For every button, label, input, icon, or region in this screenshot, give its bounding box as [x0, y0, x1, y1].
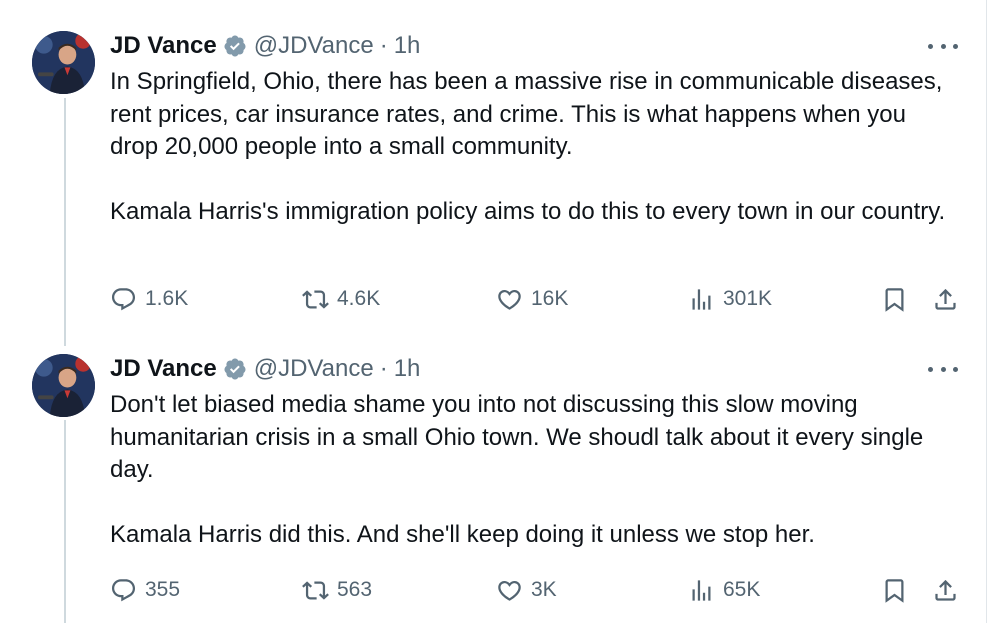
tweet-text: In Springfield, Ohio, there has been a m… [110, 68, 946, 225]
tweet-text: Don't let biased media shame you into no… [110, 391, 924, 548]
reply-icon [111, 578, 136, 601]
share-icon [934, 288, 956, 310]
like-button[interactable]: 3K [496, 575, 557, 605]
tweet-header: JD Vance @JDVance · 1h [110, 31, 420, 61]
views-icon [692, 579, 711, 601]
like-icon [498, 580, 521, 601]
views-button[interactable]: 65K [688, 575, 760, 605]
reply-icon [111, 287, 136, 310]
bookmark-icon [885, 287, 903, 312]
tweet-actions: 1.6K 4.6K 16K 301K [110, 284, 960, 314]
author-handle[interactable]: @JDVance [254, 355, 374, 383]
share-icon [934, 579, 956, 601]
avatar[interactable] [32, 354, 95, 417]
more-icon[interactable] [928, 357, 958, 381]
repost-count: 4.6K [337, 287, 381, 310]
like-button[interactable]: 16K [496, 284, 568, 314]
avatar[interactable] [32, 31, 95, 94]
bookmark-icon [885, 578, 903, 603]
author-name[interactable]: JD Vance [110, 355, 217, 383]
separator-dot: · [379, 32, 388, 59]
repost-button[interactable]: 4.6K [302, 284, 380, 314]
repost-button[interactable]: 563 [302, 575, 372, 605]
tweet[interactable]: JD Vance @JDVance · 1h Don't let biased … [0, 340, 986, 623]
more-icon[interactable] [928, 34, 958, 58]
author-handle[interactable]: @JDVance [254, 32, 374, 60]
repost-count: 563 [337, 578, 373, 601]
separator-dot: · [379, 355, 388, 382]
view-count: 301K [723, 287, 773, 310]
timeline-frame: JD Vance @JDVance · 1h In Springfield, O… [0, 0, 987, 623]
repost-icon [302, 289, 329, 309]
tweet-timestamp[interactable]: 1h [394, 355, 421, 383]
reply-button[interactable]: 1.6K [110, 284, 188, 314]
reply-button[interactable]: 355 [110, 575, 180, 605]
like-count: 3K [531, 578, 557, 601]
verified-badge-icon [223, 34, 247, 58]
like-icon [498, 289, 521, 310]
bookmark-button[interactable] [879, 575, 909, 605]
reply-count: 1.6K [145, 287, 189, 310]
verified-badge-icon [223, 357, 247, 381]
tweet[interactable]: JD Vance @JDVance · 1h In Springfield, O… [0, 0, 986, 340]
tweet-timestamp[interactable]: 1h [394, 32, 421, 60]
bookmark-button[interactable] [879, 284, 909, 314]
author-name[interactable]: JD Vance [110, 32, 217, 60]
avatar-image [32, 354, 95, 417]
tweet-actions: 355 563 3K 65K [110, 575, 960, 605]
share-button[interactable] [930, 575, 960, 605]
view-count: 65K [723, 578, 761, 601]
views-icon [692, 288, 711, 310]
repost-icon [302, 580, 329, 600]
avatar-image [32, 31, 95, 94]
share-button[interactable] [930, 284, 960, 314]
like-count: 16K [531, 287, 569, 310]
reply-count: 355 [145, 578, 181, 601]
tweet-header: JD Vance @JDVance · 1h [110, 354, 420, 384]
views-button[interactable]: 301K [688, 284, 772, 314]
